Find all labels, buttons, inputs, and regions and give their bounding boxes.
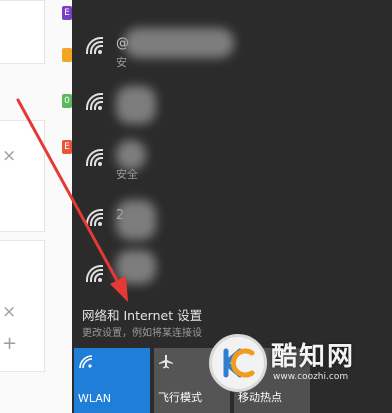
- network-status: 安: [116, 56, 127, 69]
- airplane-icon: [159, 355, 173, 369]
- network-settings-link[interactable]: 网络和 Internet 设置: [82, 305, 202, 324]
- privacy-blur: [124, 28, 234, 58]
- tile-label: WLAN: [78, 392, 112, 405]
- wifi-icon: [86, 209, 103, 226]
- privacy-blur: [116, 140, 146, 170]
- app-badge: E: [62, 6, 72, 20]
- wifi-icon: [86, 93, 103, 110]
- add-icon[interactable]: +: [2, 335, 17, 353]
- watermark-url: www.coozhi.com: [273, 372, 349, 382]
- close-icon[interactable]: ×: [2, 304, 16, 321]
- wifi-icon: [86, 265, 103, 282]
- app-badge: E: [62, 140, 72, 154]
- wifi-icon: [86, 37, 103, 54]
- close-icon[interactable]: ×: [2, 148, 16, 165]
- background-card: [0, 0, 45, 64]
- wifi-icon: [86, 149, 103, 166]
- wlan-toggle-tile[interactable]: WLAN: [74, 348, 150, 413]
- logo-icon: [223, 348, 255, 378]
- watermark-logo: [209, 334, 267, 392]
- app-badge: [62, 48, 72, 62]
- tile-label: 飞行模式: [158, 391, 202, 404]
- wifi-icon: [79, 355, 93, 369]
- background-app: E 0 E × × +: [0, 0, 72, 413]
- app-badge: 0: [62, 94, 72, 108]
- watermark: 酷知网 www.coozhi.com: [209, 328, 389, 408]
- privacy-blur: [116, 200, 156, 240]
- background-card: [0, 120, 45, 232]
- privacy-blur: [116, 86, 156, 124]
- privacy-blur: [116, 250, 156, 284]
- watermark-title: 酷知网: [271, 342, 356, 372]
- network-settings-description: 更改设置，例如将某连接设: [82, 328, 202, 339]
